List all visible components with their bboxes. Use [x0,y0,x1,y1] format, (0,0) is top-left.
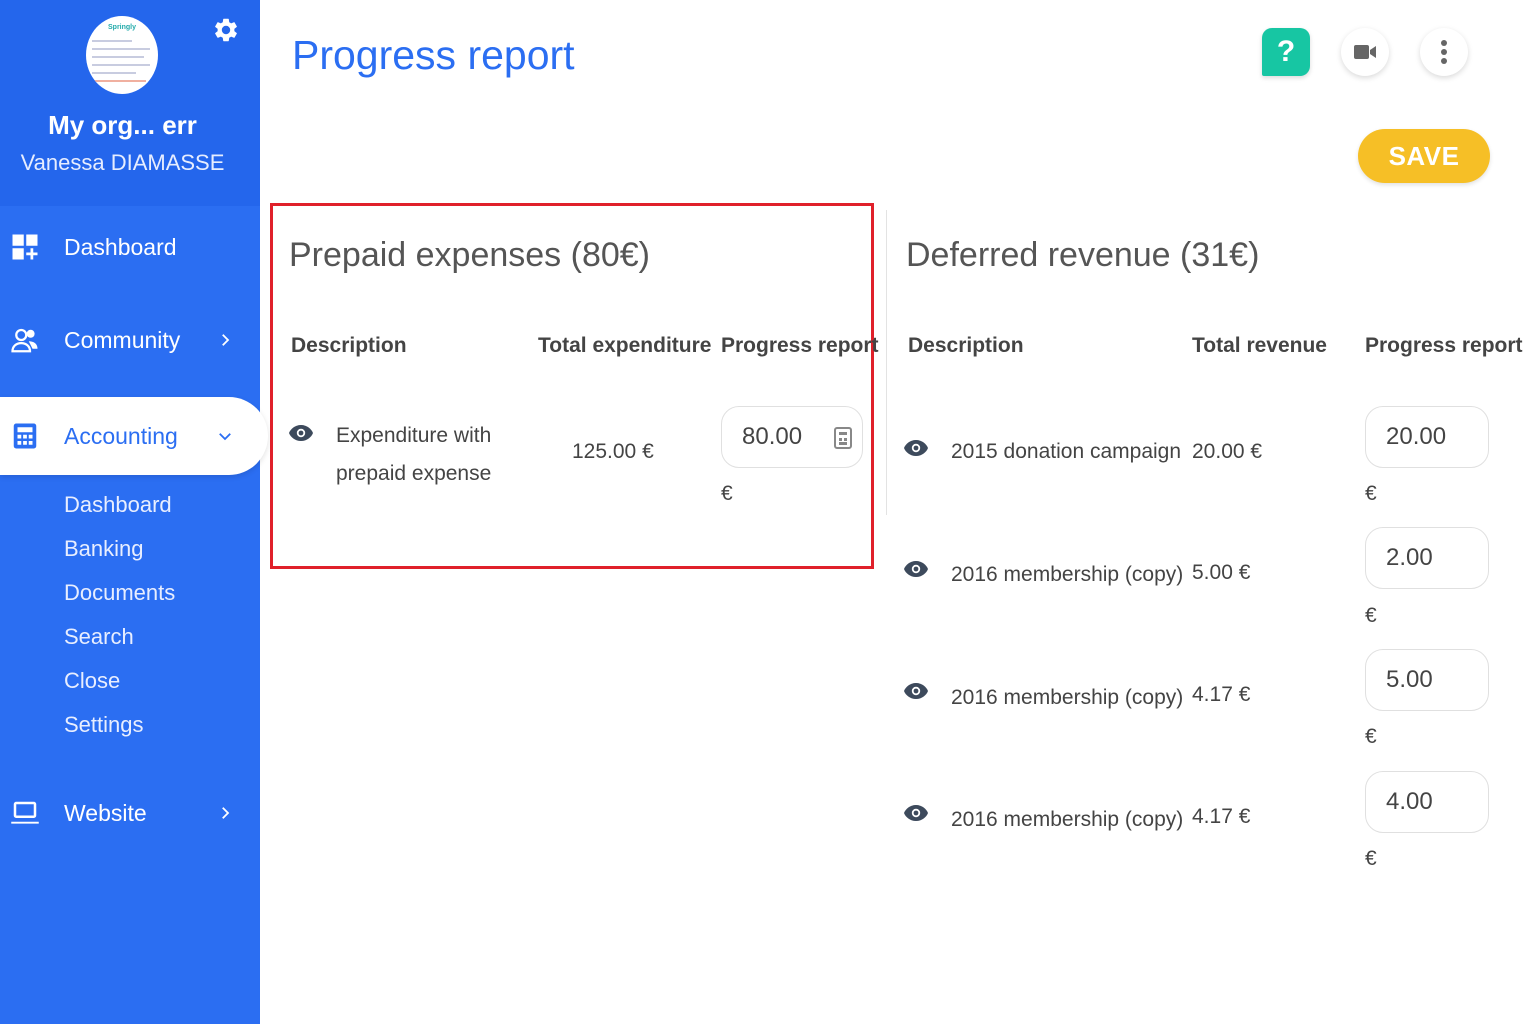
nav-community[interactable]: Community [0,301,260,379]
subnav-search[interactable]: Search [64,620,175,664]
sidebar: Springly My org... err Vanessa DIAMASSE … [0,0,268,1024]
deferred-row-total: 20.00 € [1192,440,1263,463]
dashboard-icon [12,234,38,260]
org-logo-text: Springly [108,24,137,31]
prepaid-section-title: Prepaid expenses (80€) [289,236,651,274]
subnav-documents[interactable]: Documents [64,576,175,620]
deferred-currency: € [1365,847,1377,870]
page-title: Progress report [292,32,575,78]
org-name: My org... err [48,110,197,140]
deferred-row-total: 5.00 € [1192,561,1251,584]
eye-icon[interactable] [903,682,929,700]
help-button[interactable]: ? [1262,28,1310,76]
chevron-down-icon [219,433,231,441]
video-camera-icon [1354,45,1376,59]
more-options-button[interactable] [1420,28,1468,76]
deferred-row-description: 2016 membership (copy) [951,563,1184,586]
more-vertical-icon [1441,40,1447,64]
subnav-banking[interactable]: Banking [64,532,175,576]
prepaid-currency: € [721,482,733,505]
deferred-section-title: Deferred revenue (31€) [906,236,1260,274]
calculator-icon [13,423,37,449]
deferred-currency: € [1365,604,1377,627]
deferred-header-total: Total revenue [1192,334,1327,357]
user-name: Vanessa DIAMASSE [20,150,225,175]
deferred-currency: € [1365,725,1377,748]
community-icon [11,328,38,353]
gear-icon[interactable] [212,16,240,44]
prepaid-header-description: Description [291,334,407,357]
deferred-row-description: 2016 membership (copy) [951,808,1184,831]
subnav-dashboard[interactable]: Dashboard [64,488,175,532]
deferred-progress-value: 20.00 [1386,423,1447,450]
deferred-row-description: 2016 membership (copy) [951,686,1184,709]
eye-icon[interactable] [903,560,929,578]
deferred-progress-value: 5.00 [1386,666,1433,693]
subnav-settings[interactable]: Settings [64,708,175,752]
nav-accounting[interactable]: Accounting [0,397,268,475]
sidebar-header: Springly My org... err Vanessa DIAMASSE [0,0,260,206]
prepaid-header-progress: Progress report [721,334,879,357]
prepaid-progress-value: 80.00 [742,423,803,450]
org-avatar[interactable]: Springly [86,16,158,94]
subnav-close[interactable]: Close [64,664,175,708]
prepaid-progress-input[interactable]: 80.00 [721,406,863,468]
prepaid-header-total: Total expenditure [538,334,712,357]
accounting-subnav: Dashboard Banking Documents Search Close… [64,488,175,752]
deferred-row-description: 2015 donation campaign [951,440,1182,463]
nav-website[interactable]: Website [0,774,260,852]
prepaid-row-total: 125.00 € [572,440,654,463]
chevron-right-icon [222,807,230,819]
deferred-row-total: 4.17 € [1192,683,1251,706]
eye-icon[interactable] [903,439,929,457]
chevron-right-icon [222,334,230,346]
deferred-progress-input[interactable]: 4.00 [1365,771,1489,833]
deferred-progress-value: 2.00 [1386,544,1433,571]
nav-dashboard-label: Dashboard [64,233,177,260]
nav-website-label: Website [64,799,147,826]
deferred-progress-value: 4.00 [1386,788,1433,815]
prepaid-row-description-line1: Expenditure with [336,424,492,447]
calculator-icon[interactable] [834,427,852,449]
deferred-progress-input[interactable]: 20.00 [1365,406,1489,468]
deferred-header-progress: Progress report [1365,334,1523,357]
eye-icon[interactable] [903,804,929,822]
deferred-currency: € [1365,482,1377,505]
prepaid-row-description-line2: prepaid expense [336,462,492,485]
eye-icon[interactable] [288,424,314,442]
laptop-icon [11,801,39,824]
section-divider [886,210,887,515]
deferred-progress-input[interactable]: 2.00 [1365,527,1489,589]
nav-community-label: Community [64,326,181,353]
deferred-row-total: 4.17 € [1192,805,1251,828]
deferred-progress-input[interactable]: 5.00 [1365,649,1489,711]
deferred-header-description: Description [908,334,1024,357]
nav-accounting-label: Accounting [64,422,178,449]
save-button[interactable]: SAVE [1358,129,1490,183]
nav-dashboard[interactable]: Dashboard [0,208,260,286]
video-button[interactable] [1341,28,1389,76]
